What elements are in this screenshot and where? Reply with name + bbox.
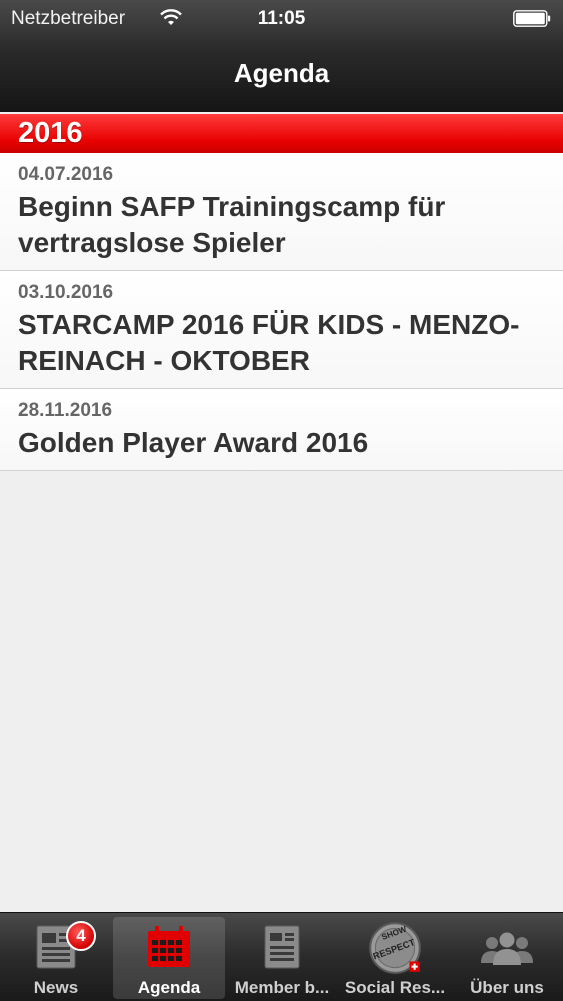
event-row[interactable]: 03.10.2016 STARCAMP 2016 FÜR KIDS - MENZ…: [0, 271, 563, 389]
battery-icon: [513, 10, 551, 27]
tab-bar: 4 News Agenda Member b... SHOW RESPECT S…: [0, 912, 563, 1001]
tab-about[interactable]: Über uns: [451, 917, 563, 999]
tab-label: Über uns: [470, 978, 544, 997]
notification-badge: 4: [66, 921, 96, 951]
event-date: 04.07.2016: [18, 164, 114, 185]
status-bar: Netzbetreiber 11:05: [0, 0, 563, 38]
event-date: 03.10.2016: [18, 282, 114, 303]
section-header: 2016: [0, 114, 563, 153]
people-icon: [481, 932, 533, 965]
event-row[interactable]: 04.07.2016 Beginn SAFP Trainingscamp für…: [0, 153, 563, 271]
clock: 11:05: [257, 8, 306, 29]
tab-social-responsibility[interactable]: SHOW RESPECT Social Res...: [339, 917, 451, 999]
tab-label: Member b...: [234, 978, 330, 997]
event-title: Golden Player Award 2016: [18, 427, 369, 458]
tab-news[interactable]: 4 News: [0, 917, 112, 999]
event-list: 04.07.2016 Beginn SAFP Trainingscamp für…: [0, 153, 563, 471]
page-title: Agenda: [233, 58, 330, 88]
tab-label: Agenda: [137, 978, 201, 997]
tab-label: News: [33, 978, 79, 997]
tab-label: Social Res...: [344, 978, 446, 997]
top-bar: Netzbetreiber 11:05 Agenda: [0, 0, 563, 112]
tab-agenda[interactable]: Agenda: [113, 917, 225, 999]
event-title: STARCAMP 2016 FÜR KIDS - MENZO-REINACH -…: [18, 309, 520, 376]
event-title: Beginn SAFP Trainingscamp für vertragslo…: [18, 191, 446, 258]
show-respect-icon: SHOW RESPECT: [369, 922, 421, 974]
tab-member[interactable]: Member b...: [226, 917, 338, 999]
event-row[interactable]: 28.11.2016 Golden Player Award 2016: [0, 389, 563, 471]
section-header-label: 2016: [18, 117, 83, 149]
calendar-icon: [148, 926, 190, 967]
document-icon: [264, 925, 300, 969]
event-date: 28.11.2016: [18, 400, 113, 421]
